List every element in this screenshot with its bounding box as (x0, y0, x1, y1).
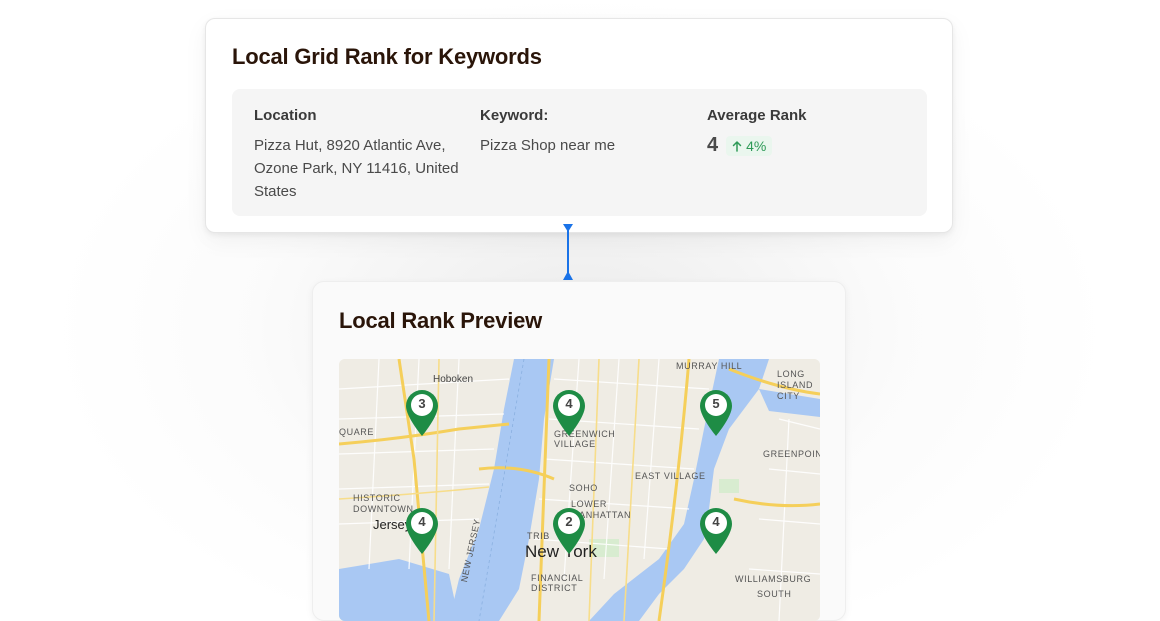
rank-map[interactable]: Hoboken LONG ISLAND CITY GREENWICH VILLA… (339, 359, 820, 621)
map-label-williamsburg: WILLIAMSBURG (735, 574, 812, 584)
map-label-tribeca: TRIB (527, 531, 550, 541)
preview-title: Local Rank Preview (339, 308, 543, 333)
map-label-quare: QUARE (339, 427, 375, 437)
arrow-up-icon (732, 140, 742, 152)
connector-line (563, 224, 573, 280)
rank-pin[interactable]: 4 (404, 507, 440, 555)
rank-change-badge: 4% (726, 135, 773, 156)
map-label-greenpoint: GREENPOIN (763, 449, 820, 459)
rank-pin[interactable]: 2 (551, 507, 587, 555)
pin-rank: 2 (565, 514, 573, 529)
info-panel: Location Pizza Hut, 8920 Atlantic Ave, O… (232, 89, 927, 216)
map-label-east-village: EAST VILLAGE (635, 471, 706, 481)
average-rank-row: 4 4% (707, 134, 907, 157)
rank-pin[interactable]: 5 (698, 389, 734, 437)
local-rank-preview-card: Local Rank Preview Hoboken LONG ISLAND C… (312, 281, 846, 621)
average-rank-label: Average Rank (707, 107, 807, 124)
location-label: Location (254, 107, 317, 124)
rank-pin[interactable]: 4 (698, 507, 734, 555)
keyword-label: Keyword: (480, 107, 549, 124)
map-label-south: SOUTH (757, 589, 792, 599)
location-column: Location Pizza Hut, 8920 Atlantic Ave, O… (254, 107, 469, 203)
pin-rank: 4 (712, 514, 720, 529)
rank-change-value: 4% (746, 137, 767, 154)
map-label-long-island-city: LONG ISLAND CITY (777, 369, 814, 401)
pin-rank: 4 (418, 514, 426, 529)
location-value: Pizza Hut, 8920 Atlantic Ave, Ozone Park… (254, 137, 459, 200)
keyword-rank-card: Local Grid Rank for Keywords Location Pi… (205, 18, 953, 233)
map-label-murray-hill: MURRAY HILL (676, 361, 743, 371)
map-label-financial-district: FINANCIAL DISTRICT (531, 573, 584, 593)
keyword-value: Pizza Shop near me (480, 137, 616, 154)
rank-pin[interactable]: 4 (551, 389, 587, 437)
map-label-soho: SOHO (569, 483, 598, 493)
average-rank-column: Average Rank 4 4% (707, 107, 907, 157)
keyword-column: Keyword: Pizza Shop near me (480, 107, 695, 157)
pin-rank: 5 (712, 396, 720, 411)
pin-rank: 3 (418, 396, 426, 411)
rank-pin[interactable]: 3 (404, 389, 440, 437)
map-label-hoboken: Hoboken (433, 374, 474, 385)
pin-rank: 4 (565, 396, 573, 411)
card-title: Local Grid Rank for Keywords (232, 44, 542, 69)
average-rank-value: 4 (707, 134, 719, 156)
